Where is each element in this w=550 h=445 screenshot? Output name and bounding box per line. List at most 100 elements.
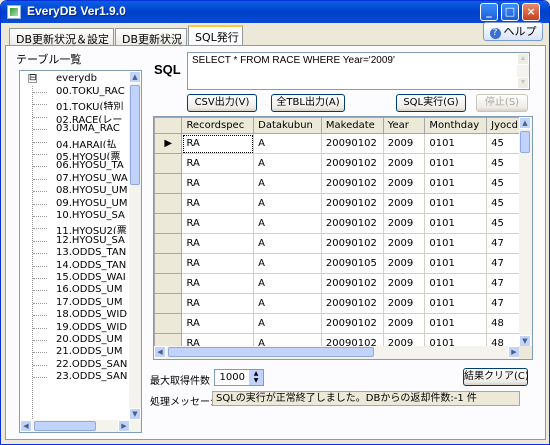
table-cell[interactable]: RA xyxy=(181,173,255,194)
table-row[interactable]: ▶ RA A 20090102 2009 0101 45 xyxy=(154,133,532,154)
scroll-right-arrow-icon[interactable]: ▶ xyxy=(118,420,130,432)
clear-results-button[interactable]: 結果クリア(C) xyxy=(463,368,529,386)
table-cell[interactable]: 0101 xyxy=(424,193,488,214)
table-row[interactable]: RA A 20090102 2009 0101 47 xyxy=(154,273,532,294)
row-header[interactable] xyxy=(154,193,183,214)
table-cell[interactable]: A xyxy=(253,293,322,314)
scroll-up-arrow-icon[interactable]: ▲ xyxy=(519,117,531,129)
title-bar[interactable]: EveryDB Ver1.9.0 _ □ × xyxy=(1,1,549,23)
tab-db-update-settings[interactable]: DB更新状況＆設定 xyxy=(9,28,114,46)
stop-button[interactable]: 停止(S) xyxy=(476,94,528,112)
table-cell[interactable]: 2009 xyxy=(382,133,426,154)
table-cell[interactable]: 0101 xyxy=(424,173,488,194)
table-cell[interactable]: 2009 xyxy=(382,273,426,294)
scroll-left-arrow-icon[interactable]: ◀ xyxy=(154,346,166,358)
table-cell[interactable]: RA xyxy=(181,253,255,274)
grid-horizontal-scrollbar[interactable]: ◀ ▶ xyxy=(154,346,520,359)
table-tree[interactable]: ⊟ everydb 00.TOKU_RAC 01.TOKU(特別 02.RACE(レ… xyxy=(19,70,142,433)
table-cell[interactable]: 0101 xyxy=(424,133,488,154)
table-cell[interactable]: 2009 xyxy=(382,293,426,314)
row-header[interactable] xyxy=(154,293,183,314)
table-cell[interactable]: 20090102 xyxy=(320,233,384,254)
scroll-down-arrow-icon[interactable]: ▼ xyxy=(517,77,529,89)
table-cell[interactable]: 20090102 xyxy=(320,153,384,174)
table-cell[interactable]: 0101 xyxy=(424,313,488,334)
tab-db-update-status[interactable]: DB更新状況 xyxy=(115,28,187,46)
table-cell[interactable]: RA xyxy=(181,133,255,154)
column-header[interactable]: Recordspec xyxy=(181,117,255,134)
scroll-thumb[interactable] xyxy=(130,85,140,185)
row-header[interactable] xyxy=(154,213,183,234)
table-cell[interactable]: RA xyxy=(181,273,255,294)
row-header[interactable]: ▶ xyxy=(154,133,183,154)
column-header[interactable]: Monthday xyxy=(424,117,488,134)
table-cell[interactable]: 2009 xyxy=(382,153,426,174)
minimize-button[interactable]: _ xyxy=(480,3,498,21)
close-button[interactable]: × xyxy=(522,3,540,21)
table-cell[interactable]: 20090102 xyxy=(320,173,384,194)
table-cell[interactable]: 0101 xyxy=(424,273,488,294)
column-header[interactable]: Year xyxy=(382,117,426,134)
tab-sql-issue[interactable]: SQL発行 xyxy=(188,25,243,46)
table-cell[interactable]: A xyxy=(253,133,322,154)
table-cell[interactable]: 0101 xyxy=(424,253,488,274)
spin-down-icon[interactable]: ▼ xyxy=(249,377,263,384)
spinner-buttons[interactable]: ▲ ▼ xyxy=(249,370,263,385)
row-header[interactable] xyxy=(154,273,183,294)
table-cell[interactable]: 20090102 xyxy=(320,313,384,334)
table-cell[interactable]: 0101 xyxy=(424,153,488,174)
column-header[interactable]: Makedate xyxy=(320,117,384,134)
table-cell[interactable]: A xyxy=(253,173,322,194)
table-cell[interactable]: A xyxy=(253,313,322,334)
table-row[interactable]: RA A 20090102 2009 0101 47 xyxy=(154,233,532,254)
table-cell[interactable]: 2009 xyxy=(382,313,426,334)
table-cell[interactable]: 20090102 xyxy=(320,193,384,214)
table-cell[interactable]: RA xyxy=(181,313,255,334)
table-cell[interactable]: RA xyxy=(181,213,255,234)
table-cell[interactable]: A xyxy=(253,213,322,234)
spin-up-icon[interactable]: ▲ xyxy=(249,370,263,377)
collapse-icon[interactable]: ⊟ xyxy=(28,74,37,83)
table-cell[interactable]: 20090102 xyxy=(320,273,384,294)
table-cell[interactable]: A xyxy=(253,193,322,214)
table-cell[interactable]: RA xyxy=(181,293,255,314)
row-header[interactable] xyxy=(154,313,183,334)
scroll-down-arrow-icon[interactable]: ▼ xyxy=(129,408,141,420)
table-cell[interactable]: A xyxy=(253,253,322,274)
table-cell[interactable]: 20090102 xyxy=(320,293,384,314)
table-cell[interactable]: A xyxy=(253,273,322,294)
table-cell[interactable]: 2009 xyxy=(382,233,426,254)
scroll-up-arrow-icon[interactable]: ▲ xyxy=(517,53,529,65)
table-cell[interactable]: 0101 xyxy=(424,293,488,314)
table-cell[interactable]: 0101 xyxy=(424,213,488,234)
scroll-left-arrow-icon[interactable]: ◀ xyxy=(20,420,32,432)
table-cell[interactable]: 2009 xyxy=(382,173,426,194)
table-row[interactable]: RA A 20090102 2009 0101 47 xyxy=(154,293,532,314)
csv-export-button[interactable]: CSV出力(V) xyxy=(187,94,257,112)
row-header[interactable] xyxy=(154,153,183,174)
scroll-up-arrow-icon[interactable]: ▲ xyxy=(129,71,141,83)
table-cell[interactable]: RA xyxy=(181,193,255,214)
table-cell[interactable]: RA xyxy=(181,233,255,254)
row-header[interactable] xyxy=(154,253,183,274)
table-row[interactable]: RA A 20090102 2009 0101 45 xyxy=(154,193,532,214)
result-grid[interactable]: Recordspec Datakubun Makedate Year Monthday J… xyxy=(153,116,533,360)
scroll-thumb[interactable] xyxy=(34,421,96,431)
maximize-button[interactable]: □ xyxy=(501,3,519,21)
table-cell[interactable]: A xyxy=(253,233,322,254)
table-row[interactable]: RAA200901022009010148 xyxy=(154,313,532,334)
max-rows-spinner[interactable]: 1000 ▲ ▼ xyxy=(214,369,264,386)
grid-vertical-scrollbar[interactable]: ▲ ▼ xyxy=(519,117,532,347)
row-header[interactable] xyxy=(154,233,183,254)
table-cell[interactable]: A xyxy=(253,153,322,174)
sql-run-button[interactable]: SQL実行(G) xyxy=(396,94,466,112)
table-row[interactable]: RA A 20090102 2009 0101 45 xyxy=(154,153,532,174)
scroll-thumb[interactable] xyxy=(168,347,374,357)
tree-vertical-scrollbar[interactable]: ▲ ▼ xyxy=(129,71,141,432)
table-row[interactable]: RA A 20090102 2009 0101 45 xyxy=(154,213,532,234)
sql-scrollbar[interactable]: ▲ ▼ xyxy=(517,53,529,89)
table-cell[interactable]: 2009 xyxy=(382,253,426,274)
help-button[interactable]: ? ヘルプ xyxy=(483,22,543,41)
table-cell[interactable]: 2009 xyxy=(382,213,426,234)
table-cell[interactable]: 20090102 xyxy=(320,213,384,234)
